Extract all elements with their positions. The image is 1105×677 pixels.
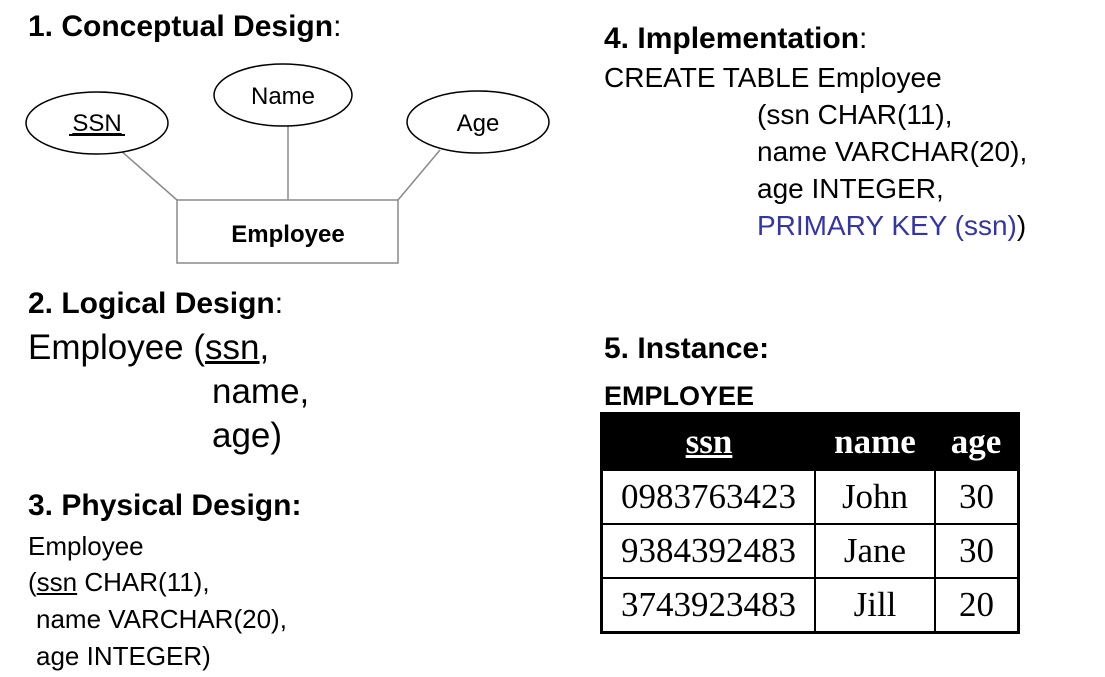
- cell-age: 30: [934, 469, 1020, 525]
- physical-line-2: (ssn CHAR(11),: [28, 567, 210, 597]
- er-diagram: SSN Name Age Employee: [25, 63, 550, 264]
- cell-age: 20: [934, 577, 1020, 634]
- cell-name: John: [814, 469, 936, 525]
- implementation-heading: 4. Implementation:: [604, 22, 868, 55]
- slide: 1. Conceptual Design: SSN Name Age Emplo…: [0, 0, 1105, 677]
- instance-heading: 5. Instance:: [604, 332, 770, 365]
- logical-line-2: name,: [212, 372, 310, 411]
- sql-line-5: PRIMARY KEY (ssn)): [757, 210, 1027, 241]
- physical-line-3: name VARCHAR(20),: [36, 604, 287, 634]
- table-row: 3743923483 Jill 20: [600, 577, 1020, 634]
- logical-line-3: age): [212, 416, 283, 455]
- column-header-name: name: [815, 413, 935, 470]
- cell-age: 30: [934, 523, 1020, 579]
- logical-line-1: Employee (ssn,: [28, 328, 270, 367]
- physical-line-1: Employee: [28, 531, 144, 561]
- table-row: 0983763423 John 30: [600, 469, 1020, 525]
- cell-ssn: 0983763423: [600, 469, 816, 525]
- entity-label: Employee: [231, 221, 344, 248]
- attribute-age-label: Age: [457, 110, 500, 137]
- sql-line-3: name VARCHAR(20),: [757, 136, 1028, 167]
- sql-line-1: CREATE TABLE Employee: [604, 62, 942, 93]
- attribute-ssn-label: SSN: [72, 110, 121, 137]
- table-row: 9384392483 Jane 30: [600, 523, 1020, 579]
- logical-heading: 2. Logical Design:: [28, 287, 284, 320]
- column-header-age: age: [935, 413, 1019, 470]
- connector-ssn: [119, 149, 178, 201]
- cell-name: Jane: [814, 523, 936, 579]
- sql-line-2: (ssn CHAR(11),: [757, 99, 953, 130]
- connector-age: [397, 149, 441, 201]
- cell-name: Jill: [814, 577, 936, 634]
- column-header-ssn: ssn: [601, 413, 815, 470]
- employee-table: ssn name age 0983763423 John 30 93843924…: [600, 412, 1020, 634]
- instance-table-name: EMPLOYEE: [604, 381, 755, 411]
- table-header-row: ssn name age: [601, 413, 1019, 470]
- sql-line-4: age INTEGER,: [757, 173, 944, 204]
- cell-ssn: 3743923483: [600, 577, 816, 634]
- cell-ssn: 9384392483: [600, 523, 816, 579]
- attribute-name-label: Name: [251, 83, 315, 110]
- physical-heading: 3. Physical Design:: [28, 489, 302, 522]
- physical-line-4: age INTEGER): [36, 641, 211, 671]
